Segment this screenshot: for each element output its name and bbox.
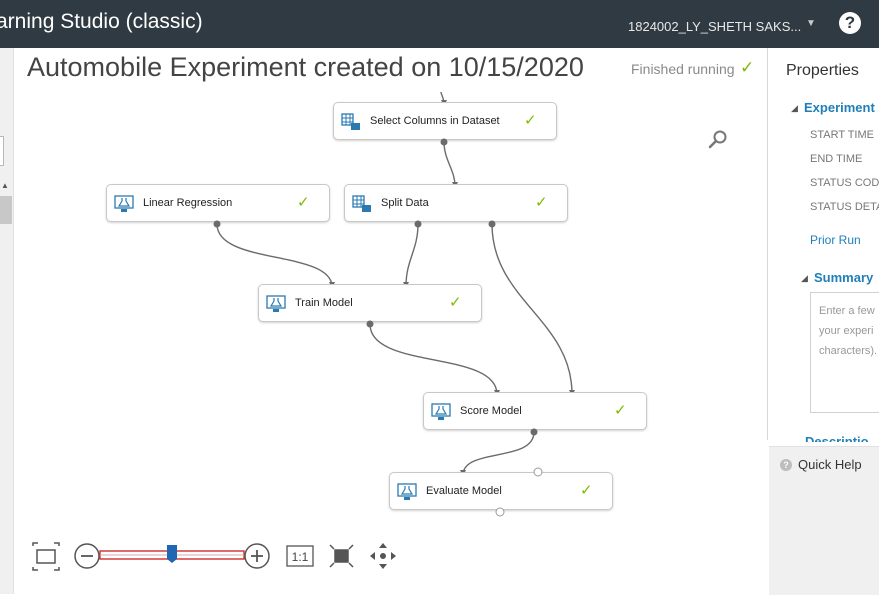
placeholder-line: Enter a few [819, 305, 875, 317]
summary-section-header[interactable]: Summary [814, 270, 873, 285]
summary-placeholder: Enter a few your experi characters). [819, 301, 877, 361]
experiment-section-header[interactable]: Experiment [804, 100, 875, 115]
collapse-triangle-icon[interactable]: ◢ [801, 273, 808, 284]
output-port[interactable] [366, 320, 374, 328]
property-field: END TIME [810, 153, 863, 165]
output-port[interactable] [488, 220, 496, 228]
pan-icon[interactable] [370, 543, 396, 569]
prior-run-link[interactable]: Prior Run [810, 233, 861, 247]
zoom-slider-thumb [167, 545, 177, 563]
output-port[interactable] [213, 220, 221, 228]
properties-title: Properties [786, 62, 859, 79]
module-ports [213, 138, 543, 517]
zoom-toolbar: 1:1 [32, 542, 396, 571]
actual-size-button[interactable]: 1:1 [286, 545, 314, 567]
collapse-triangle-icon[interactable]: ◢ [791, 103, 798, 114]
actual-size-label: 1:1 [292, 550, 309, 564]
output-port[interactable] [495, 507, 505, 517]
output-port[interactable] [414, 220, 422, 228]
output-port[interactable] [440, 138, 448, 146]
zoom-in-icon[interactable] [244, 543, 270, 569]
zoom-to-selection-icon[interactable] [329, 544, 354, 568]
quick-help-label[interactable]: Quick Help [798, 457, 862, 472]
placeholder-line: characters). [819, 345, 878, 357]
property-field: STATUS COD [810, 177, 879, 189]
property-field: STATUS DETA [810, 201, 879, 213]
placeholder-line: your experi [819, 325, 874, 337]
question-icon: ? [780, 459, 792, 471]
fit-to-screen-icon[interactable] [32, 542, 60, 571]
description-section-header[interactable]: Descriptio [805, 434, 869, 442]
output-port[interactable] [530, 428, 538, 436]
zoom-slider[interactable] [99, 545, 245, 563]
property-field: START TIME [810, 129, 874, 141]
input-port[interactable] [533, 467, 543, 477]
zoom-out-icon[interactable] [74, 543, 100, 569]
